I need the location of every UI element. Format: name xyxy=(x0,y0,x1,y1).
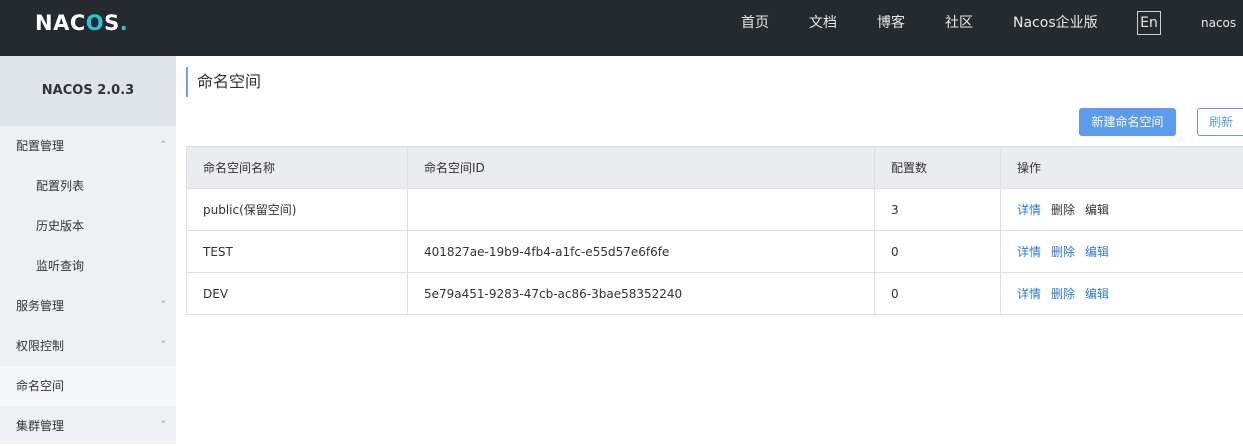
sidebar-item-access-control[interactable]: 权限控制 ˅ xyxy=(0,326,176,366)
nav-blog[interactable]: 博客 xyxy=(877,0,905,46)
column-header-id: 命名空间ID xyxy=(408,147,875,189)
sidebar-item-label: 监听查询 xyxy=(36,259,84,273)
namespace-name-cell: public(保留空间) xyxy=(187,189,408,231)
sidebar-item-label: 命名空间 xyxy=(16,379,64,393)
sidebar-item-history[interactable]: 历史版本 xyxy=(0,206,176,246)
table-row: public(保留空间) 3 详情删除编辑 xyxy=(187,189,1243,231)
sidebar: NACOS 2.0.3 配置管理 ˄ 配置列表 历史版本 监听查询 服务管理 ˅… xyxy=(0,56,176,444)
config-count-cell: 3 xyxy=(875,189,1001,231)
language-switch-button[interactable]: En xyxy=(1137,11,1161,35)
sidebar-item-namespace[interactable]: 命名空间 xyxy=(0,366,176,406)
version-label: NACOS 2.0.3 xyxy=(0,56,176,126)
top-navbar: NACOS. 首页 文档 博客 社区 Nacos企业版 En nacos xyxy=(0,0,1243,56)
sidebar-item-config-management[interactable]: 配置管理 ˄ xyxy=(0,126,176,166)
namespace-id-cell xyxy=(408,189,875,231)
nav-home[interactable]: 首页 xyxy=(741,0,769,46)
sidebar-item-cluster-management[interactable]: 集群管理 ˅ xyxy=(0,406,176,446)
sidebar-item-label: 服务管理 xyxy=(16,299,64,313)
table-row: DEV 5e79a451-9283-47cb-ac86-3bae58352240… xyxy=(187,273,1243,315)
delete-link[interactable]: 删除 xyxy=(1051,203,1075,217)
namespace-name-cell: DEV xyxy=(187,273,408,315)
page-title: 命名空间 xyxy=(186,67,261,97)
sidebar-item-listener-query[interactable]: 监听查询 xyxy=(0,246,176,286)
sidebar-item-label: 历史版本 xyxy=(36,219,84,233)
actions-cell: 详情删除编辑 xyxy=(1001,189,1243,231)
table-row: TEST 401827ae-19b9-4fb4-a1fc-e55d57e6f6f… xyxy=(187,231,1243,273)
chevron-down-icon: ˅ xyxy=(161,326,167,366)
chevron-down-icon: ˅ xyxy=(161,406,167,446)
edit-link[interactable]: 编辑 xyxy=(1085,203,1109,217)
chevron-up-icon: ˄ xyxy=(161,126,167,166)
nav-community[interactable]: 社区 xyxy=(945,0,973,46)
config-count-cell: 0 xyxy=(875,231,1001,273)
sidebar-item-config-list[interactable]: 配置列表 xyxy=(0,166,176,206)
column-header-actions: 操作 xyxy=(1001,147,1243,189)
detail-link[interactable]: 详情 xyxy=(1017,203,1041,217)
actions-cell: 详情删除编辑 xyxy=(1001,231,1243,273)
namespace-id-cell: 401827ae-19b9-4fb4-a1fc-e55d57e6f6fe xyxy=(408,231,875,273)
edit-link[interactable]: 编辑 xyxy=(1085,287,1109,301)
chevron-down-icon: ˅ xyxy=(161,286,167,326)
sidebar-item-label: 配置管理 xyxy=(16,139,64,153)
delete-link[interactable]: 删除 xyxy=(1051,287,1075,301)
edit-link[interactable]: 编辑 xyxy=(1085,245,1109,259)
detail-link[interactable]: 详情 xyxy=(1017,287,1041,301)
delete-link[interactable]: 删除 xyxy=(1051,245,1075,259)
sidebar-item-label: 权限控制 xyxy=(16,339,64,353)
column-header-count: 配置数 xyxy=(875,147,1001,189)
refresh-button[interactable]: 刷新 xyxy=(1197,108,1243,136)
username[interactable]: nacos xyxy=(1201,0,1236,46)
namespace-id-cell: 5e79a451-9283-47cb-ac86-3bae58352240 xyxy=(408,273,875,315)
namespace-table: 命名空间名称 命名空间ID 配置数 操作 public(保留空间) 3 详情删除… xyxy=(186,146,1243,315)
detail-link[interactable]: 详情 xyxy=(1017,245,1041,259)
config-count-cell: 0 xyxy=(875,273,1001,315)
namespace-name-cell: TEST xyxy=(187,231,408,273)
new-namespace-button[interactable]: 新建命名空间 xyxy=(1079,108,1176,136)
sidebar-item-service-management[interactable]: 服务管理 ˅ xyxy=(0,286,176,326)
nav-docs[interactable]: 文档 xyxy=(809,0,837,46)
sidebar-item-label: 集群管理 xyxy=(16,419,64,433)
actions-cell: 详情删除编辑 xyxy=(1001,273,1243,315)
sidebar-menu: 配置管理 ˄ 配置列表 历史版本 监听查询 服务管理 ˅ 权限控制 ˅ 命名空间… xyxy=(0,126,176,446)
sidebar-item-label: 配置列表 xyxy=(36,179,84,193)
nav-enterprise[interactable]: Nacos企业版 xyxy=(1013,0,1098,46)
column-header-name: 命名空间名称 xyxy=(187,147,408,189)
table-header-row: 命名空间名称 命名空间ID 配置数 操作 xyxy=(187,147,1243,189)
nacos-logo[interactable]: NACOS. xyxy=(35,11,128,35)
